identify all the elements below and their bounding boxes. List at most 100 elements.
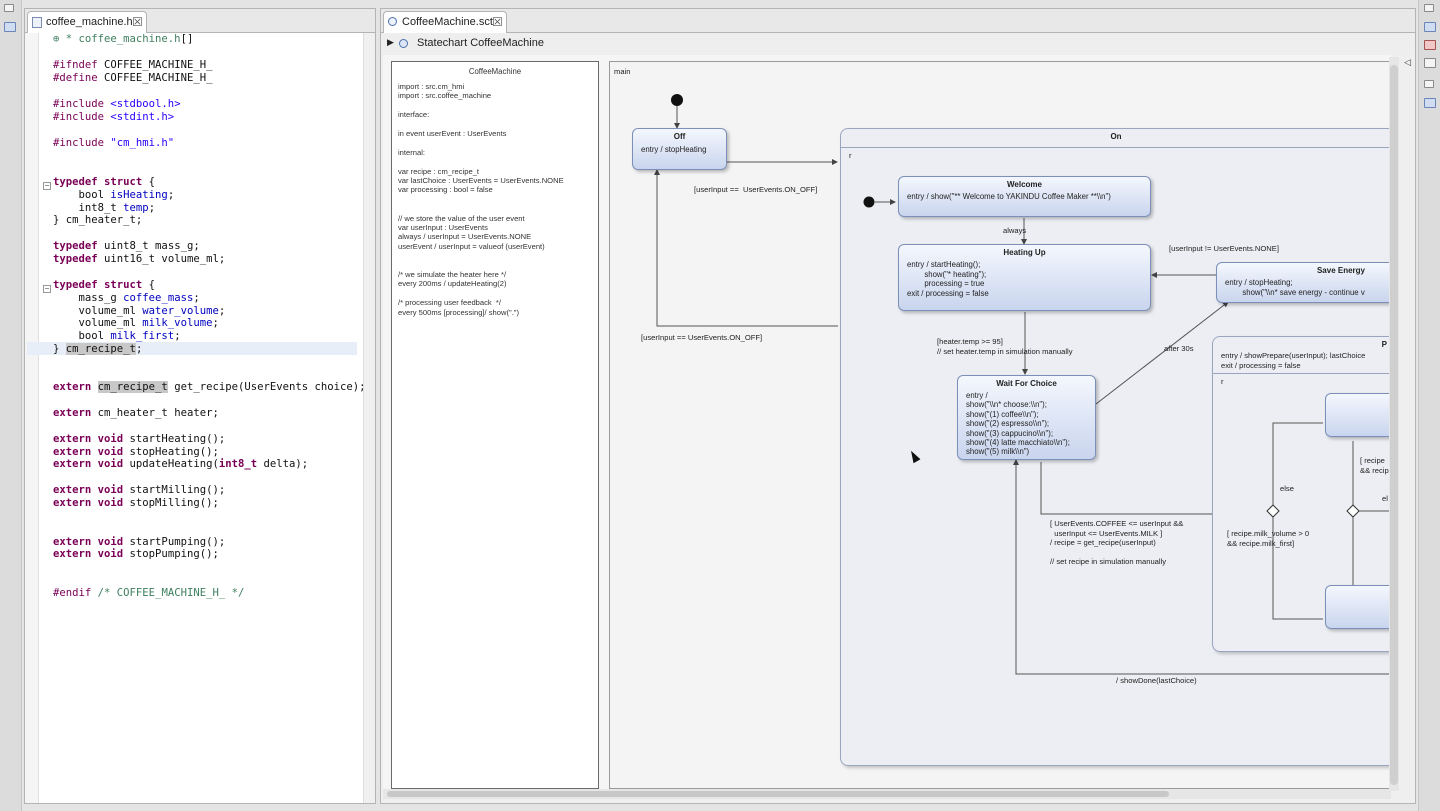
close-icon[interactable]: ☒ (492, 15, 503, 29)
code-token: uint8_t mass_g; (97, 240, 200, 252)
transition-label-milk[interactable]: [ recipe.milk_volume > 0 && recipe.milk_… (1227, 529, 1309, 548)
transition-label-not-none[interactable]: [userInput != UserEvents.NONE] (1169, 244, 1279, 254)
code-token: typedef struct (53, 176, 143, 188)
code-token: ; (193, 292, 200, 304)
state-wait-name: Wait For Choice (996, 379, 1057, 388)
state-off-name: Off (673, 132, 686, 141)
state-welcome[interactable]: Welcome entry / show("** Welcome to YAKI… (898, 176, 1151, 217)
code-token: bool (53, 330, 111, 342)
diagram-horizontal-scrollbar[interactable] (383, 789, 1391, 799)
transition-label-done[interactable]: / showDone(lastChoice) (1116, 676, 1197, 686)
code-line[interactable]: extern void updateHeating(int8_t delta); (53, 458, 308, 471)
editor-gutter (25, 33, 39, 803)
code-token: ; (212, 317, 219, 329)
editor-scrollbar[interactable] (363, 33, 375, 803)
code-line[interactable]: extern void stopMilling(); (53, 497, 219, 510)
definition-line: interface: (398, 110, 430, 120)
code-line[interactable]: typedef struct { (53, 279, 155, 292)
state-wait-for-choice[interactable]: Wait For Choice entry / show("\\n* choos… (957, 375, 1096, 460)
state-prepare[interactable]: P entry / showPrepare(userInput); lastCh… (1212, 336, 1390, 652)
minimize-icon[interactable] (4, 4, 14, 12)
code-line[interactable]: typedef uint16_t volume_ml; (53, 253, 225, 266)
code-line[interactable]: bool milk_first; (53, 330, 181, 343)
definition-line: import : src.coffee_machine (398, 91, 492, 101)
restore-icon[interactable] (1424, 4, 1434, 12)
transition-label-after30[interactable]: after 30s (1164, 344, 1194, 354)
code-line[interactable]: typedef struct { (53, 176, 155, 189)
definition-line: var userInput : UserEvents (398, 223, 488, 232)
fold-icon[interactable]: − (43, 285, 51, 293)
prepare-edges (1266, 422, 1390, 620)
code-line[interactable]: mass_g coffee_mass; (53, 292, 200, 305)
transition-label-always[interactable]: always (1003, 226, 1026, 236)
code-line[interactable]: extern void stopPumping(); (53, 548, 219, 561)
definition-line: internal: (398, 147, 426, 157)
tab-coffee-machine-sct[interactable]: CoffeeMachine.sct ☒ (383, 11, 507, 33)
code-token: milk_volume (142, 317, 213, 329)
code-token: cm_recipe_t (97, 381, 168, 393)
transition-label-choice[interactable]: [ UserEvents.COFFEE <= userInput && user… (1050, 519, 1183, 567)
code-line[interactable]: extern cm_recipe_t get_recipe(UserEvents… (53, 381, 366, 394)
restore-icon-2[interactable] (1424, 80, 1434, 88)
outline-icon[interactable] (1424, 22, 1436, 32)
code-line[interactable]: #include <stdbool.h> (53, 98, 181, 111)
code-line[interactable]: #endif /* COFFEE_MACHINE_H_ */ (53, 587, 244, 600)
scroll-thumb[interactable] (1390, 65, 1398, 785)
code-line[interactable]: extern void startMilling(); (53, 484, 225, 497)
expand-triangle-icon[interactable]: ▶ (387, 37, 394, 48)
code-line[interactable]: } cm_heater_t; (53, 214, 142, 227)
code-line[interactable]: #ifndef COFFEE_MACHINE_H_ (53, 59, 212, 72)
main-region[interactable]: main On r P entry / showPrepare(userInpu… (609, 61, 1391, 789)
transition-label-heater[interactable]: [heater.temp >= 95] // set heater.temp i… (937, 337, 1073, 356)
package-explorer-icon[interactable] (4, 22, 16, 32)
state-heating-up[interactable]: Heating Up entry / startHeating(); show(… (898, 244, 1151, 311)
code-line[interactable]: typedef uint8_t mass_g; (53, 240, 200, 253)
state-save-energy[interactable]: Save Energy entry / stopHeating; show("\… (1216, 262, 1390, 303)
definition-line: // we store the value of the user event (398, 213, 525, 223)
left-toolbar-strip (0, 0, 22, 811)
state-off[interactable]: Off entry / stopHeating (632, 128, 727, 170)
code-token: extern void (53, 536, 130, 548)
transition-label-else[interactable]: else (1280, 484, 1294, 494)
breadcrumb[interactable]: ▶ Statechart CoffeeMachine (381, 33, 1415, 55)
code-token: extern void (53, 446, 130, 458)
transition-label-else-2[interactable]: el (1382, 494, 1388, 504)
transition-label-on-off-2[interactable]: [userInput == UserEvents.ON_OFF] (641, 333, 762, 343)
code-line[interactable]: ⊕ * coffee_machine.h[] (53, 33, 193, 46)
initial-node-main (671, 94, 683, 106)
code-token: { (142, 279, 156, 291)
definition-line: /* processing user feedback */ (398, 298, 501, 308)
scroll-thumb[interactable] (387, 791, 1169, 797)
fold-icon[interactable]: − (43, 182, 51, 190)
transition-label-recipe[interactable]: [ recipe && recip (1360, 456, 1389, 475)
tab-coffee-machine-h[interactable]: coffee_machine.h ☒ (27, 11, 147, 33)
code-line[interactable]: #include <stdint.h> (53, 111, 174, 124)
code-token: extern void (53, 433, 130, 445)
transition-label-on-off-1[interactable]: [userInput == UserEvents.ON_OFF] (694, 185, 817, 195)
code-token: extern (53, 381, 98, 393)
close-icon[interactable]: ☒ (132, 15, 143, 29)
code-line[interactable]: bool isHeating; (53, 189, 175, 202)
code-token: #include (53, 111, 105, 123)
console-icon[interactable] (1424, 58, 1436, 68)
code-token: #include (53, 137, 105, 149)
code-token: #include (53, 98, 105, 110)
problems-icon[interactable] (1424, 40, 1436, 50)
code-token: #define (53, 72, 98, 84)
properties-icon[interactable] (1424, 98, 1436, 108)
definition-section[interactable]: CoffeeMachine import : src.cm_hmi import … (391, 61, 599, 789)
diagram-vertical-scrollbar[interactable] (1389, 57, 1399, 791)
code-line[interactable]: #include "cm_hmi.h" (53, 137, 174, 150)
code-token: typedef (53, 253, 98, 265)
state-save-name: Save Energy (1316, 266, 1365, 275)
code-line[interactable]: extern void startHeating(); (53, 433, 225, 446)
code-line[interactable]: volume_ml milk_volume; (53, 317, 219, 330)
code-line[interactable]: extern cm_heater_t heater; (53, 407, 219, 420)
code-line[interactable]: #define COFFEE_MACHINE_H_ (53, 72, 212, 85)
code-line[interactable]: } cm_recipe_t; (53, 343, 142, 356)
region-label-r: r (849, 151, 852, 160)
definition-line: every 500ms [processing]/ show(".") (398, 307, 520, 317)
code-token: [] (180, 33, 194, 45)
code-token: bool (53, 189, 111, 201)
palette-toggle-icon[interactable]: ◁ (1404, 57, 1411, 68)
